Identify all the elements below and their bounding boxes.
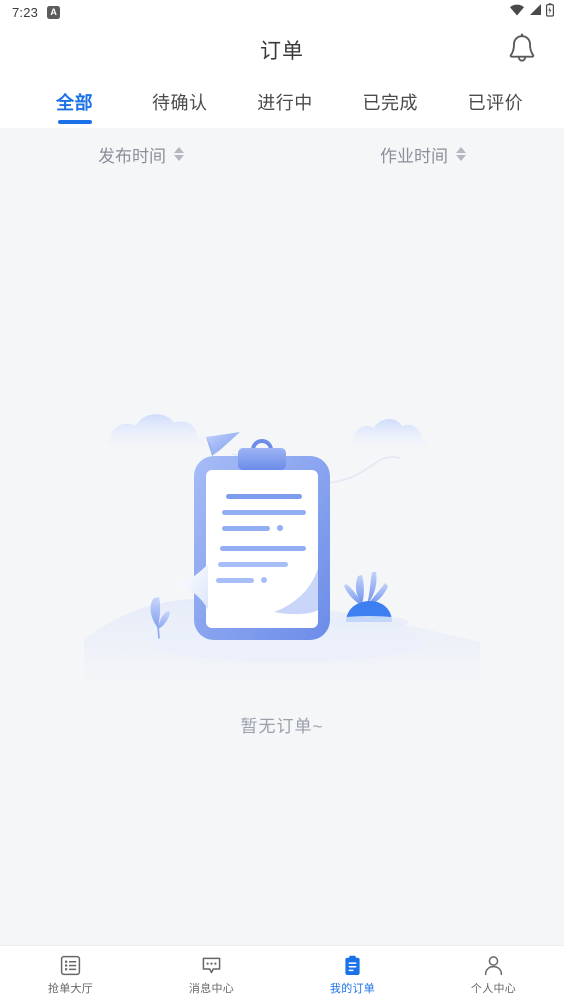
empty-state-text: 暂无订单~ xyxy=(240,717,324,736)
status-bar-app-badge: A xyxy=(47,5,61,19)
tab-label: 全部 xyxy=(56,93,94,113)
nav-item-grab-hall[interactable]: 抢单大厅 xyxy=(0,946,141,1004)
chat-bubble-icon xyxy=(201,954,223,976)
sort-by-work-time[interactable]: 作业时间 xyxy=(282,142,564,167)
empty-clipboard-illustration xyxy=(84,414,480,690)
list-board-icon xyxy=(60,954,82,976)
clipboard-graphic xyxy=(178,439,330,640)
tab-label: 进行中 xyxy=(257,93,313,113)
paper-plane-icon xyxy=(206,432,240,456)
tab-label: 已评价 xyxy=(467,93,524,113)
tab-reviewed[interactable]: 已评价 xyxy=(443,76,548,128)
tab-pending-confirm[interactable]: 待确认 xyxy=(127,76,232,128)
bottom-navigation: 抢单大厅 消息中心 我的订单 个人中心 xyxy=(0,945,564,1004)
nav-label: 消息中心 xyxy=(188,983,235,995)
tab-all[interactable]: 全部 xyxy=(22,76,127,128)
battery-icon xyxy=(546,2,555,22)
wifi-icon xyxy=(509,3,525,21)
page-title: 订单 xyxy=(260,40,304,63)
nav-label: 个人中心 xyxy=(470,983,517,995)
status-bar-right xyxy=(509,2,555,22)
tab-active-indicator xyxy=(57,120,92,124)
sort-label: 作业时间 xyxy=(380,146,448,166)
order-status-tabs: 全部 待确认 进行中 已完成 已评价 xyxy=(0,76,564,128)
tab-label: 已完成 xyxy=(362,93,418,113)
notification-button[interactable] xyxy=(500,28,544,72)
empty-state: 暂无订单~ xyxy=(0,390,564,737)
tab-completed[interactable]: 已完成 xyxy=(338,76,443,128)
nav-item-profile[interactable]: 个人中心 xyxy=(423,946,564,1004)
sort-label: 发布时间 xyxy=(98,146,166,166)
nav-item-my-orders[interactable]: 我的订单 xyxy=(282,946,423,1004)
nav-label: 抢单大厅 xyxy=(47,983,94,995)
right-plant-icon xyxy=(329,572,409,628)
tab-label: 待确认 xyxy=(152,93,208,113)
clipboard-icon xyxy=(342,954,364,976)
nav-item-message-center[interactable]: 消息中心 xyxy=(141,946,282,1004)
sort-filter-bar: 发布时间 作业时间 xyxy=(0,128,564,180)
order-list-area: 暂无订单~ xyxy=(0,180,564,945)
nav-label: 我的订单 xyxy=(329,983,376,995)
sort-by-publish-time[interactable]: 发布时间 xyxy=(0,142,282,167)
cellular-signal-icon xyxy=(529,3,542,21)
tab-in-progress[interactable]: 进行中 xyxy=(232,76,337,128)
app-screen: 7:23 A 订单 全部 待确认 进行中 已完成 已评价 发布时间 作业时间 暂… xyxy=(0,0,564,1004)
sort-arrows-icon xyxy=(456,147,466,161)
page-header: 订单 xyxy=(0,24,564,76)
status-bar-time: 7:23 xyxy=(12,4,39,20)
notification-bell-icon xyxy=(507,32,537,69)
sort-arrows-icon xyxy=(174,147,184,161)
person-icon xyxy=(483,954,505,976)
status-bar: 7:23 A xyxy=(0,0,564,24)
status-bar-left: 7:23 A xyxy=(12,4,61,20)
